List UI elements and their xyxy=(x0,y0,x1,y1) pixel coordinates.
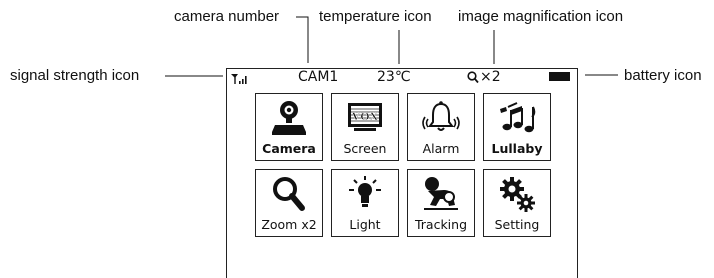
menu-tile-alarm[interactable]: Alarm xyxy=(407,93,475,161)
vox-badge: VOX xyxy=(352,109,379,123)
menu-tile-camera[interactable]: Camera xyxy=(255,93,323,161)
menu-tile-tracking[interactable]: Tracking xyxy=(407,169,475,237)
battery-icon xyxy=(549,72,570,81)
music-notes-icon xyxy=(500,102,536,133)
vox-screen-icon: VOX xyxy=(348,103,382,131)
camera-number-callout: camera number xyxy=(174,8,280,25)
light-bulb-icon xyxy=(349,176,381,207)
bell-icon xyxy=(422,101,460,131)
image-magnification-icon-callout: image magnification icon xyxy=(458,8,624,25)
menu-tile-label: Alarm xyxy=(422,141,460,156)
menu-tile-setting[interactable]: Setting xyxy=(483,169,551,237)
menu-tile-label: Zoom x2 xyxy=(261,217,317,232)
magnification-readout: ×2 xyxy=(480,69,501,85)
menu-tile-light[interactable]: Light xyxy=(331,169,399,237)
menu-tile-label: Tracking xyxy=(414,217,468,232)
menu-tile-label: Lullaby xyxy=(491,141,543,156)
battery-icon-callout: battery icon xyxy=(624,67,702,84)
temperature-icon-callout: temperature icon xyxy=(319,8,432,25)
menu-tile-label: Setting xyxy=(494,217,540,232)
camera-number: CAM1 xyxy=(298,69,339,85)
camera-icon xyxy=(272,101,306,135)
device-screen: CAM1 23℃ ×2 Camera VOX Screen Alarm Lull… xyxy=(226,68,578,278)
gears-icon xyxy=(500,177,535,212)
magnifier-icon xyxy=(273,177,305,211)
menu-tile-zoom[interactable]: Zoom x2 xyxy=(255,169,323,237)
menu-tile-label: Camera xyxy=(262,141,316,156)
magnifier-status-icon xyxy=(467,71,479,84)
camera-number-leader xyxy=(296,16,309,63)
menu-tile-screen[interactable]: VOX Screen xyxy=(331,93,399,161)
baby-crawling-icon xyxy=(424,177,458,210)
menu-tile-label: Light xyxy=(349,217,381,232)
signal-strength-icon-callout: signal strength icon xyxy=(10,67,140,84)
menu-tile-label: Screen xyxy=(343,141,387,156)
temperature-readout: 23℃ xyxy=(377,69,411,85)
menu-tile-lullaby[interactable]: Lullaby xyxy=(483,93,551,161)
signal-strength-icon xyxy=(231,74,247,84)
